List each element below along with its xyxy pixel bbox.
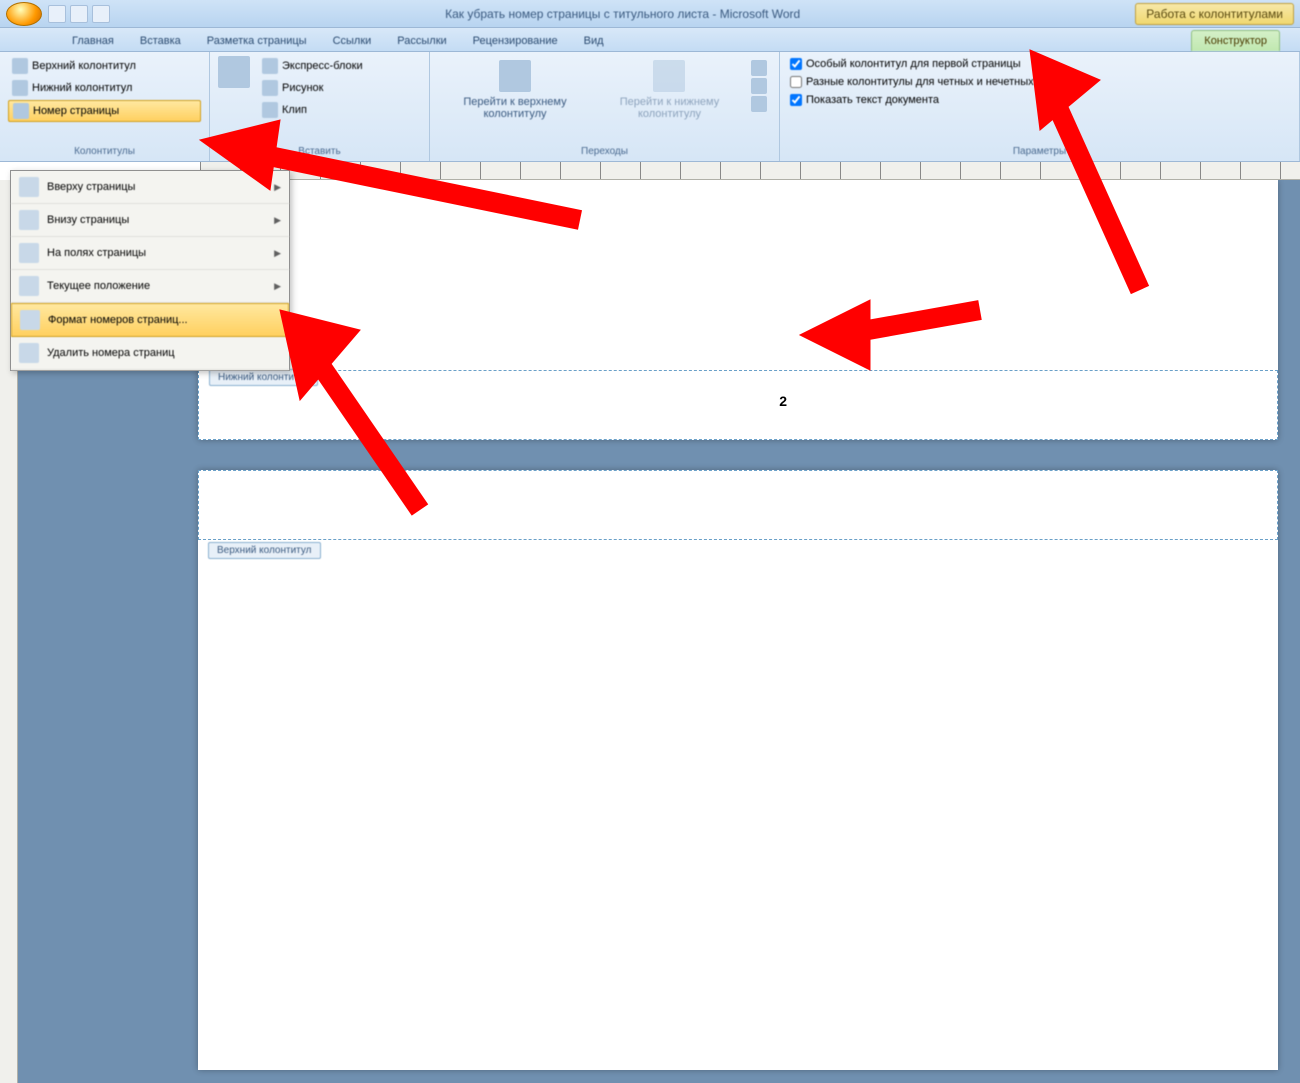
dd-top-icon [19, 177, 39, 197]
clipart-label: Клип [282, 104, 307, 116]
goto-header-button[interactable]: Перейти к верхнему колонтитулу [438, 56, 592, 144]
dd-bottom-icon [19, 210, 39, 230]
group-label-options: Параметры [788, 144, 1291, 157]
group-label-insert: Вставить [218, 144, 421, 157]
header-label: Верхний колонтитул [32, 60, 136, 72]
dd-margins-label: На полях страницы [47, 247, 146, 259]
header-tag: Верхний колонтитул [208, 542, 321, 559]
dd-format-icon [20, 310, 40, 330]
quick-parts-button[interactable]: Экспресс-блоки [258, 56, 367, 76]
tab-design[interactable]: Конструктор [1191, 30, 1280, 51]
ribbon-group-insert: Экспресс-блоки Рисунок Клип Вставить [210, 52, 430, 161]
header-icon [12, 58, 28, 74]
chevron-right-icon: ▶ [274, 182, 281, 193]
clipart-button[interactable]: Клип [258, 100, 367, 120]
document-title: Как убрать номер страницы с титульного л… [110, 7, 1135, 21]
page-1[interactable]: Нижний колонтитул 2 [198, 180, 1278, 440]
ribbon: Верхний колонтитул Нижний колонтитул Ном… [0, 52, 1300, 162]
tab-home[interactable]: Главная [60, 31, 126, 51]
qat-redo-icon[interactable] [92, 5, 110, 23]
chk2-label: Разные колонтитулы для четных и нечетных… [806, 76, 1078, 88]
dd-remove-icon [19, 343, 39, 363]
dd-format-label: Формат номеров страниц... [48, 314, 188, 326]
clipart-icon [262, 102, 278, 118]
tab-references[interactable]: Ссылки [321, 31, 384, 51]
dd-top-label: Вверху страницы [47, 181, 135, 193]
dd-current-label: Текущее положение [47, 280, 150, 292]
dd-margins-icon [19, 243, 39, 263]
header-zone[interactable] [198, 470, 1278, 540]
page-number-button[interactable]: Номер страницы [8, 100, 201, 122]
chk1-label: Особый колонтитул для первой страницы [806, 58, 1021, 70]
page-number-field[interactable]: 2 [779, 393, 787, 409]
footer-button[interactable]: Нижний колонтитул [8, 78, 201, 98]
show-document-text-checkbox[interactable]: Показать текст документа [788, 92, 1291, 108]
dd-format-page-numbers[interactable]: Формат номеров страниц... [11, 303, 289, 337]
footer-tag: Нижний колонтитул [209, 369, 318, 386]
footer-icon [12, 80, 28, 96]
picture-label: Рисунок [282, 82, 324, 94]
dd-bottom-label: Внизу страницы [47, 214, 129, 226]
header-button[interactable]: Верхний колонтитул [8, 56, 201, 76]
goto-footer-button[interactable]: Перейти к нижнему колонтитулу [594, 56, 745, 144]
quick-parts-label: Экспресс-блоки [282, 60, 363, 72]
context-tab-title: Работа с колонтитулами [1135, 3, 1294, 25]
chk3-label: Показать текст документа [806, 94, 939, 106]
chevron-right-icon: ▶ [274, 248, 281, 259]
title-bar: Как убрать номер страницы с титульного л… [0, 0, 1300, 28]
dd-current-position[interactable]: Текущее положение ▶ [11, 270, 289, 303]
group-label-navigation: Переходы [438, 144, 771, 157]
footer-zone[interactable]: Нижний колонтитул 2 [198, 370, 1278, 440]
footer-label: Нижний колонтитул [32, 82, 132, 94]
goto-footer-label: Перейти к нижнему колонтитулу [604, 96, 735, 120]
quick-parts-icon [262, 58, 278, 74]
tab-layout[interactable]: Разметка страницы [195, 31, 319, 51]
ribbon-tabs: Главная Вставка Разметка страницы Ссылки… [0, 28, 1300, 52]
prev-section-icon[interactable] [751, 60, 767, 76]
qat-undo-icon[interactable] [70, 5, 88, 23]
dd-remove-page-numbers[interactable]: Удалить номера страниц [11, 337, 289, 370]
horizontal-ruler[interactable] [200, 162, 1300, 180]
date-time-icon[interactable] [218, 56, 250, 88]
chevron-right-icon: ▶ [274, 215, 281, 226]
page-number-dropdown: Вверху страницы ▶ Внизу страницы ▶ На поля… [10, 170, 290, 371]
dd-page-margins[interactable]: На полях страницы ▶ [11, 237, 289, 270]
quick-access-toolbar [48, 5, 110, 23]
dd-bottom-of-page[interactable]: Внизу страницы ▶ [11, 204, 289, 237]
goto-header-icon [499, 60, 531, 92]
page-number-label: Номер страницы [33, 105, 119, 117]
picture-icon [262, 80, 278, 96]
dd-remove-label: Удалить номера страниц [47, 347, 175, 359]
tab-review[interactable]: Рецензирование [461, 31, 570, 51]
dd-current-icon [19, 276, 39, 296]
ribbon-group-options: Особый колонтитул для первой страницы Ра… [780, 52, 1300, 161]
ribbon-group-navigation: Перейти к верхнему колонтитулу Перейти к… [430, 52, 780, 161]
dd-top-of-page[interactable]: Вверху страницы ▶ [11, 171, 289, 204]
goto-footer-icon [653, 60, 685, 92]
tab-mailings[interactable]: Рассылки [385, 31, 458, 51]
qat-save-icon[interactable] [48, 5, 66, 23]
link-previous-icon[interactable] [751, 96, 767, 112]
page-number-icon [13, 103, 29, 119]
chevron-right-icon: ▶ [274, 281, 281, 292]
different-odd-even-checkbox[interactable]: Разные колонтитулы для четных и нечетных… [788, 74, 1291, 90]
tab-view[interactable]: Вид [572, 31, 616, 51]
goto-header-label: Перейти к верхнему колонтитулу [448, 96, 582, 120]
office-button[interactable] [6, 2, 42, 26]
tab-insert[interactable]: Вставка [128, 31, 193, 51]
next-section-icon[interactable] [751, 78, 767, 94]
group-label-headers: Колонтитулы [8, 144, 201, 157]
ribbon-group-headers-footers: Верхний колонтитул Нижний колонтитул Ном… [0, 52, 210, 161]
different-first-page-checkbox[interactable]: Особый колонтитул для первой страницы [788, 56, 1291, 72]
picture-button[interactable]: Рисунок [258, 78, 367, 98]
page-2[interactable]: Верхний колонтитул [198, 470, 1278, 1070]
